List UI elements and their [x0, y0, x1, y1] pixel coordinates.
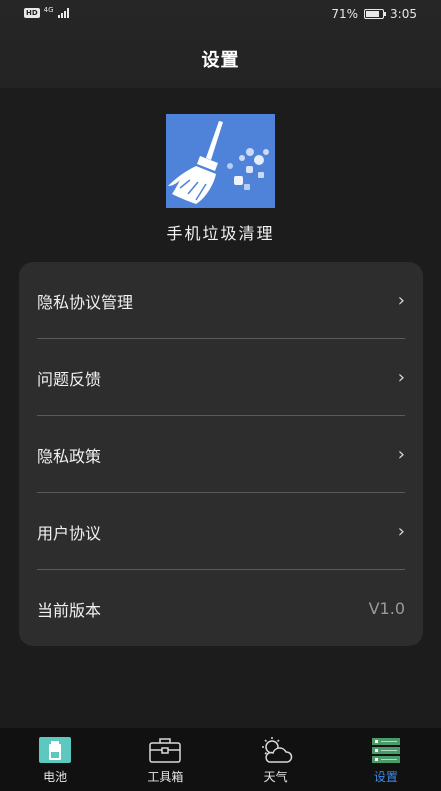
nav-label: 电池 [43, 770, 68, 784]
battery-percent: 71% [331, 7, 359, 21]
chevron-right-icon: › [397, 521, 405, 542]
status-left: HD 4G [24, 6, 69, 18]
settings-item-privacy-policy[interactable]: 隐私政策 › [37, 416, 405, 493]
nav-label: 工具箱 [147, 770, 184, 784]
settings-item-label: 隐私政策 [37, 446, 102, 466]
settings-screen: HD 4G 71% 3:05 设置 手机垃圾清理 隐私协议管理 › 问题反馈 ›… [0, 0, 441, 791]
app-logo [166, 114, 275, 208]
settings-item-current-version: 当前版本 V1.0 [37, 570, 405, 647]
app-name: 手机垃圾清理 [166, 224, 275, 243]
status-right: 71% 3:05 [331, 7, 417, 21]
settings-item-user-agreement[interactable]: 用户协议 › [37, 493, 405, 570]
network-type: 4G [43, 6, 54, 14]
version-value: V1.0 [368, 599, 405, 618]
nav-item-toolbox[interactable]: 工具箱 [110, 728, 220, 791]
bottom-nav: 电池 工具箱 天气 设置 [0, 728, 441, 791]
toolbox-icon [148, 736, 182, 764]
battery-status-icon [364, 9, 387, 19]
settings-item-label: 当前版本 [37, 600, 102, 620]
settings-item-label: 问题反馈 [37, 369, 102, 389]
top-bar: HD 4G 71% 3:05 设置 [0, 0, 441, 88]
settings-server-icon [369, 736, 403, 764]
nav-item-weather[interactable]: 天气 [221, 728, 331, 791]
nav-label: 天气 [263, 770, 288, 784]
chevron-right-icon: › [397, 444, 405, 465]
weather-icon [259, 736, 293, 764]
chevron-right-icon: › [397, 367, 405, 388]
status-bar: HD 4G 71% 3:05 [0, 0, 441, 30]
settings-card: 隐私协议管理 › 问题反馈 › 隐私政策 › 用户协议 › 当前版本 V1.0 [19, 262, 423, 646]
nav-item-battery[interactable]: 电池 [0, 728, 110, 791]
settings-item-label: 用户协议 [37, 523, 102, 543]
settings-item-privacy-agreement-management[interactable]: 隐私协议管理 › [37, 262, 405, 339]
nav-label: 设置 [373, 770, 398, 784]
hd-badge: HD [24, 8, 40, 18]
broom-icon [168, 121, 269, 204]
nav-item-settings[interactable]: 设置 [331, 728, 441, 791]
settings-item-feedback[interactable]: 问题反馈 › [37, 339, 405, 416]
battery-icon [38, 736, 72, 764]
signal-icon [57, 8, 69, 18]
settings-item-label: 隐私协议管理 [37, 292, 134, 312]
clock: 3:05 [390, 7, 417, 21]
page-title: 设置 [201, 50, 240, 71]
chevron-right-icon: › [397, 290, 405, 311]
